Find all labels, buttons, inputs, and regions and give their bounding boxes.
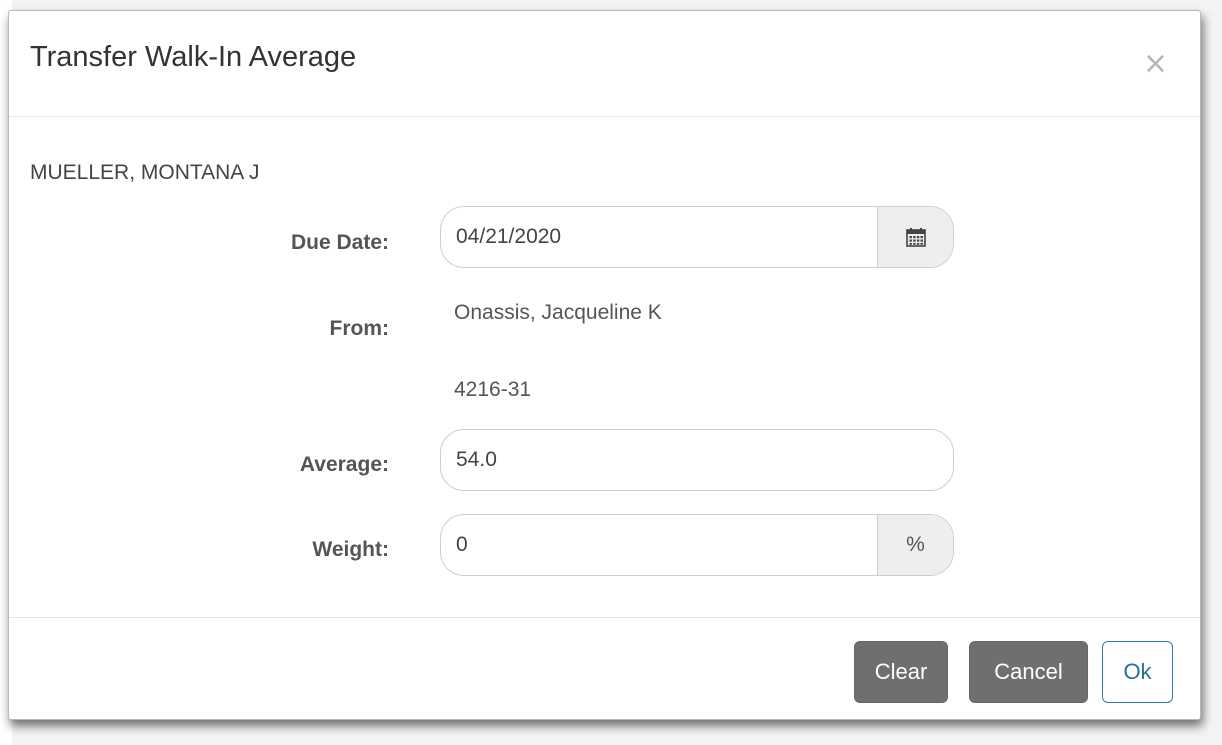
due-date-input-group: 04/21/2020 <box>440 206 954 268</box>
average-input[interactable]: 54.0 <box>441 430 953 490</box>
clear-button[interactable]: Clear <box>854 641 948 703</box>
from-teacher: Onassis, Jacqueline K <box>454 301 662 324</box>
due-date-label: Due Date: <box>290 231 389 254</box>
weight-input-group: 0 % <box>440 514 954 576</box>
from-label: From: <box>329 317 390 340</box>
student-name: MUELLER, MONTANA J <box>30 161 260 184</box>
average-label: Average: <box>299 453 389 476</box>
percent-addon: % <box>877 515 953 575</box>
calendar-button[interactable] <box>877 207 953 267</box>
close-icon[interactable]: × <box>1143 49 1168 79</box>
average-input-group: 54.0 <box>440 429 954 491</box>
calendar-icon <box>905 228 926 247</box>
dialog-header: Transfer Walk-In Average × <box>9 11 1200 117</box>
due-date-input[interactable]: 04/21/2020 <box>441 207 878 267</box>
dialog-title: Transfer Walk-In Average <box>30 41 357 73</box>
weight-label: Weight: <box>312 538 389 561</box>
ok-button[interactable]: Ok <box>1102 641 1173 703</box>
transfer-average-dialog: Transfer Walk-In Average × MUELLER, MONT… <box>8 10 1201 720</box>
cancel-button[interactable]: Cancel <box>969 641 1088 703</box>
weight-input[interactable]: 0 <box>441 515 878 575</box>
from-section: 4216-31 <box>454 378 532 401</box>
